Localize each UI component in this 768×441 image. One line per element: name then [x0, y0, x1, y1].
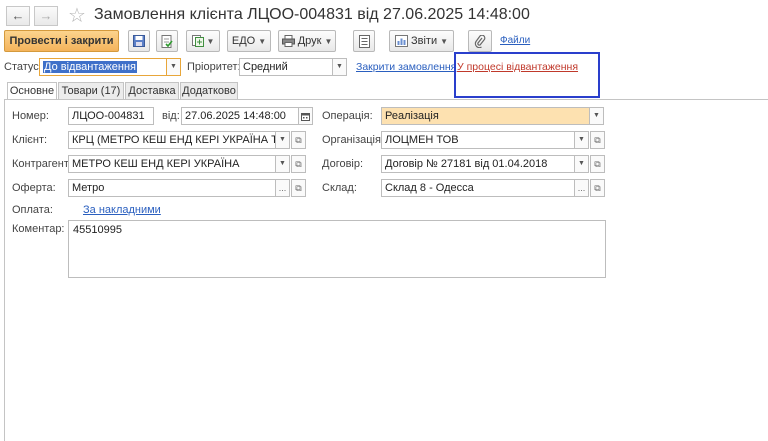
panel-left-border [4, 99, 5, 441]
organization-open-button[interactable]: ⧉ [590, 131, 605, 149]
counterparty-open-button[interactable]: ⧉ [291, 155, 306, 173]
chevron-down-icon: ▼ [578, 136, 585, 143]
print-button[interactable]: Друк ▼ [278, 30, 336, 52]
printer-icon [281, 35, 295, 48]
arrow-left-icon: ← [11, 8, 25, 23]
tab-delivery[interactable]: Доставка [125, 82, 179, 99]
organization-dropdown-button[interactable]: ▼ [574, 131, 589, 149]
open-icon: ⧉ [594, 183, 601, 193]
operation-dropdown-button[interactable]: ▼ [589, 107, 604, 125]
chevron-down-icon: ▼ [440, 37, 449, 46]
contract-open-button[interactable]: ⧉ [590, 155, 605, 173]
client-label: Клієнт: [12, 134, 48, 146]
priority-label: Пріоритет: [187, 61, 241, 73]
ellipsis-icon: ... [278, 183, 287, 193]
organization-label: Організація: [322, 134, 384, 146]
client-dropdown-button[interactable]: ▼ [275, 131, 290, 149]
post-document-icon [161, 34, 173, 48]
reports-icon [394, 35, 408, 48]
arrow-right-icon: → [39, 8, 53, 23]
active-tab-gap [7, 100, 57, 101]
edo-label: ЕДО [231, 35, 256, 47]
journal-icon [358, 34, 370, 48]
ellipsis-icon: ... [577, 183, 586, 193]
paperclip-icon [474, 34, 486, 48]
chevron-down-icon: ▼ [170, 63, 177, 70]
chevron-down-icon: ▼ [206, 37, 215, 46]
reports-button[interactable]: Звіти ▼ [389, 30, 454, 52]
warehouse-label: Склад: [322, 182, 357, 194]
chevron-down-icon: ▼ [324, 37, 333, 46]
window-title: Замовлення клієнта ЛЦОО-004831 від 27.06… [94, 6, 530, 23]
chevron-down-icon: ▼ [279, 160, 286, 167]
operation-select[interactable]: Реалізація [381, 107, 590, 125]
chevron-down-icon: ▼ [593, 112, 600, 119]
contract-label: Договір: [322, 158, 364, 170]
attach-button[interactable] [468, 30, 492, 52]
offer-open-button[interactable]: ⧉ [291, 179, 306, 197]
tab-additional[interactable]: Додатково [180, 82, 238, 99]
comment-label: Коментар: [12, 223, 65, 235]
client-open-button[interactable]: ⧉ [291, 131, 306, 149]
number-field[interactable]: ЛЦОО-004831 [68, 107, 154, 125]
document-journal-button[interactable] [353, 30, 375, 52]
warehouse-open-button[interactable]: ⧉ [590, 179, 605, 197]
status-value: До відвантаження [43, 61, 137, 73]
open-icon: ⧉ [594, 135, 601, 145]
tab-main[interactable]: Основне [7, 82, 57, 100]
open-icon: ⧉ [295, 183, 302, 193]
counterparty-field[interactable]: МЕТРО КЕШ ЕНД КЕРІ УКРАЇНА [68, 155, 276, 173]
tab-goods[interactable]: Товари (17) [58, 82, 124, 99]
warehouse-select-button[interactable]: ... [574, 179, 589, 197]
open-icon: ⧉ [295, 135, 302, 145]
comment-textarea[interactable]: 45510995 [68, 220, 606, 278]
back-button[interactable]: ← [6, 6, 30, 26]
star-icon[interactable]: ☆ [68, 3, 86, 28]
open-icon: ⧉ [594, 159, 601, 169]
post-and-close-label: Провести і закрити [9, 35, 114, 47]
counterparty-dropdown-button[interactable]: ▼ [275, 155, 290, 173]
edo-button[interactable]: ЕДО ▼ [227, 30, 271, 52]
save-icon [133, 35, 145, 48]
forward-button[interactable]: → [34, 6, 58, 26]
open-icon: ⧉ [295, 159, 302, 169]
payment-link[interactable]: За накладними [83, 204, 161, 216]
print-label: Друк [297, 35, 322, 47]
counterparty-label: Контрагент: [12, 158, 72, 170]
number-label: Номер: [12, 110, 49, 122]
create-based-icon [191, 35, 204, 48]
highlight-frame [454, 52, 600, 98]
status-select[interactable]: До відвантаження [39, 58, 167, 76]
calendar-icon [301, 113, 310, 122]
tab-divider [4, 99, 768, 100]
contract-field[interactable]: Договір № 27181 від 01.04.2018 [381, 155, 575, 173]
save-button[interactable] [128, 30, 150, 52]
date-label: від: [162, 110, 180, 122]
operation-label: Операція: [322, 110, 373, 122]
close-order-link[interactable]: Закрити замовлення [356, 61, 456, 73]
calendar-button[interactable] [298, 107, 313, 125]
offer-label: Оферта: [12, 182, 56, 194]
files-link[interactable]: Файли [500, 35, 530, 46]
client-field[interactable]: КРЦ (МЕТРО КЕШ ЕНД КЕРІ УКРАЇНА ТОВ) [68, 131, 276, 149]
warehouse-field[interactable]: Склад 8 - Одесса [381, 179, 575, 197]
reports-label: Звіти [411, 35, 438, 47]
priority-dropdown-button[interactable]: ▼ [332, 58, 347, 76]
payment-label: Оплата: [12, 204, 53, 216]
contract-dropdown-button[interactable]: ▼ [574, 155, 589, 173]
offer-select-button[interactable]: ... [275, 179, 290, 197]
chevron-down-icon: ▼ [578, 160, 585, 167]
organization-field[interactable]: ЛОЦМЕН ТОВ [381, 131, 575, 149]
chevron-down-icon: ▼ [279, 136, 286, 143]
priority-select[interactable]: Средний [239, 58, 333, 76]
date-field[interactable]: 27.06.2025 14:48:00 [181, 107, 299, 125]
chevron-down-icon: ▼ [258, 37, 267, 46]
post-button[interactable] [156, 30, 178, 52]
status-dropdown-button[interactable]: ▼ [166, 58, 181, 76]
post-and-close-button[interactable]: Провести і закрити [4, 30, 119, 52]
status-label: Статус: [4, 61, 42, 73]
create-based-on-button[interactable]: ▼ [186, 30, 220, 52]
chevron-down-icon: ▼ [336, 63, 343, 70]
offer-field[interactable]: Метро [68, 179, 276, 197]
